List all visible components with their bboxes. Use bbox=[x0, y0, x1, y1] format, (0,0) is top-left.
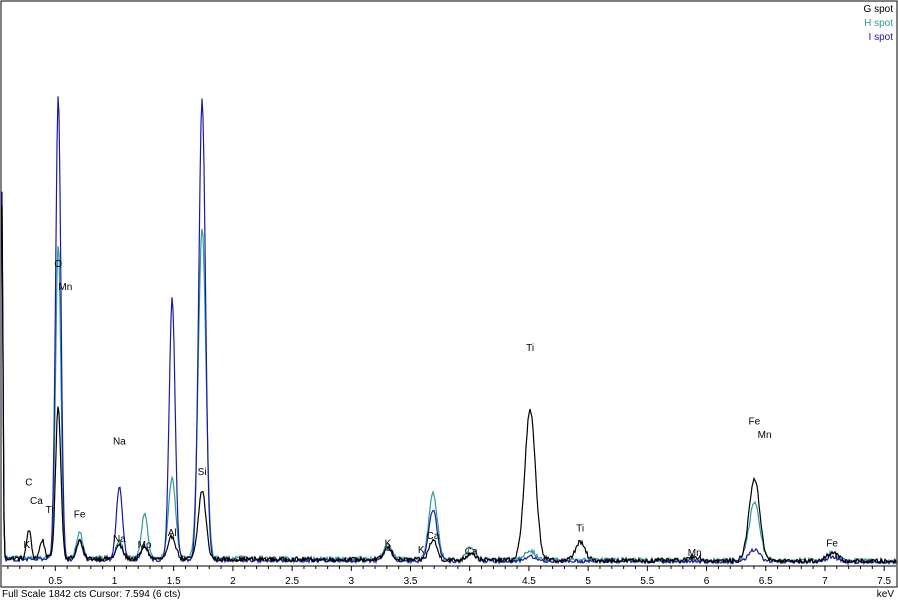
peak-label: Na bbox=[113, 436, 126, 447]
legend-entry-h-spot: H spot bbox=[864, 18, 893, 29]
x-tick-label: 4.5 bbox=[522, 576, 536, 587]
peak-label: O bbox=[54, 259, 62, 270]
x-tick-label: 6 bbox=[704, 576, 710, 587]
peak-label: Mn bbox=[758, 430, 772, 441]
legend: G spot H spot I spot bbox=[864, 4, 894, 43]
x-axis-unit-label: keV bbox=[876, 589, 894, 600]
x-tick-label: 5 bbox=[585, 576, 591, 587]
peak-label: Ti bbox=[46, 505, 54, 516]
x-tick-label: 2.5 bbox=[285, 576, 299, 587]
peak-label: Fe bbox=[826, 539, 838, 550]
peak-label: K bbox=[385, 539, 392, 550]
x-tick-label: 3 bbox=[349, 576, 355, 587]
x-tick-label: 5.5 bbox=[640, 576, 654, 587]
peak-label: Mn bbox=[688, 548, 702, 559]
peak-label: Si bbox=[198, 467, 207, 478]
peak-label: K bbox=[24, 540, 31, 551]
status-bar-readout: Full Scale 1842 cts Cursor: 7.594 (6 cts… bbox=[2, 589, 181, 600]
legend-entry-g-spot: G spot bbox=[864, 4, 894, 15]
peak-label: Ca bbox=[30, 496, 43, 507]
peak-label: Ti bbox=[526, 343, 534, 354]
x-tick-label: 2 bbox=[230, 576, 236, 587]
x-tick-label: 6.5 bbox=[759, 576, 773, 587]
x-tick-label: 7.5 bbox=[877, 576, 891, 587]
peak-label: Ca bbox=[427, 531, 440, 542]
peak-label: Al bbox=[168, 528, 177, 539]
x-tick-label: 4 bbox=[467, 576, 473, 587]
peak-label: C bbox=[25, 478, 32, 489]
x-tick-label: 3.5 bbox=[404, 576, 418, 587]
peak-label: K bbox=[418, 545, 425, 556]
peak-label: Ti bbox=[576, 523, 584, 534]
peak-label: Fe bbox=[74, 510, 86, 521]
x-tick-label: 1.5 bbox=[167, 576, 181, 587]
peak-label: Ca bbox=[465, 546, 478, 557]
peak-label: Fe bbox=[749, 416, 761, 427]
peak-label: Na bbox=[113, 534, 126, 545]
eds-spectrum-chart: 0.5 1 1.5 2 2.5 3 3.5 4 4.5 5 5.5 6 6.5 7 7.5 CCaKTiOM… bbox=[0, 0, 898, 588]
peak-label: Mn bbox=[58, 282, 72, 293]
peak-label: Mo bbox=[138, 540, 152, 551]
x-tick-label: 0.5 bbox=[48, 576, 62, 587]
legend-entry-i-spot: I spot bbox=[869, 32, 894, 43]
x-tick-label: 7 bbox=[822, 576, 828, 587]
plot-frame bbox=[0, 0, 898, 588]
x-tick-label: 1 bbox=[112, 576, 118, 587]
